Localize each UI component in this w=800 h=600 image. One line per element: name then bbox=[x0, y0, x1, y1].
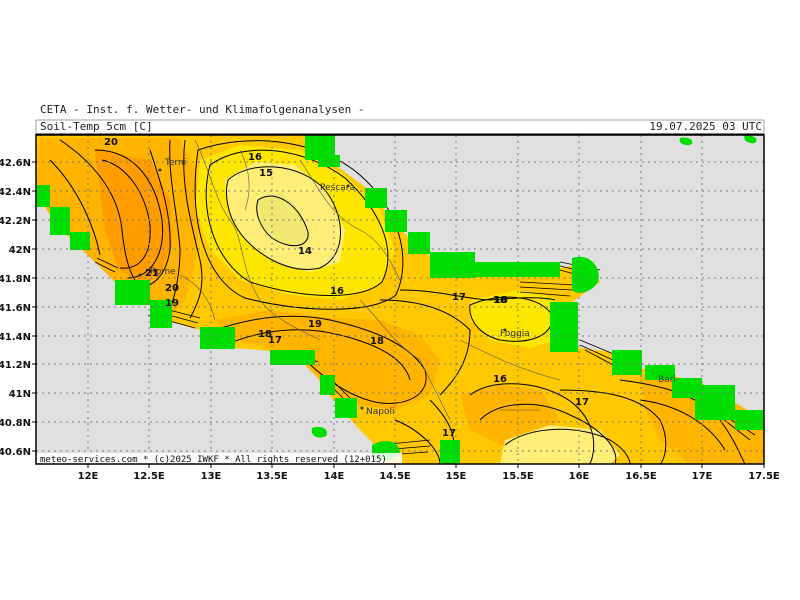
soil-temperature-map: Terni Pescara Rome Foggia Napoli Bari 20… bbox=[0, 119, 780, 482]
lat-tick-label: 40.8N bbox=[0, 418, 31, 429]
lon-tick-label: 13E bbox=[201, 471, 222, 482]
contour-label: 16 bbox=[248, 152, 262, 163]
lon-tick-label: 12E bbox=[78, 471, 99, 482]
contour-label: 20 bbox=[165, 283, 179, 294]
city-label: Bari bbox=[658, 375, 676, 385]
contour-label: 17 bbox=[575, 397, 589, 408]
lon-tick-label: 14E bbox=[324, 471, 345, 482]
lat-tick-label: 41.8N bbox=[0, 274, 31, 285]
lat-tick-label: 40.6N bbox=[0, 447, 31, 458]
city-label: Terni bbox=[164, 158, 186, 168]
lat-tick-label: 42.6N bbox=[0, 158, 31, 169]
lat-tick-label: 41N bbox=[9, 389, 31, 400]
contour-label: 17 bbox=[268, 335, 282, 346]
lon-tick-label: 16.5E bbox=[625, 471, 657, 482]
longitude-axis: 12E 12.5E 13E 13.5E 14E 14.5E 15E 15.5E … bbox=[78, 464, 780, 482]
lon-tick-label: 12.5E bbox=[133, 471, 165, 482]
contour-label: 19 bbox=[165, 298, 179, 309]
city-label: Pescara bbox=[320, 183, 355, 193]
contour-label: 20 bbox=[104, 137, 118, 148]
contour-label: 16 bbox=[330, 286, 344, 297]
contour-label: 14 bbox=[298, 246, 312, 257]
contour-label: 18 bbox=[494, 295, 508, 306]
lon-tick-label: 16E bbox=[569, 471, 590, 482]
lon-tick-label: 17.5E bbox=[748, 471, 780, 482]
contour-label: 16 bbox=[493, 374, 507, 385]
city-label: Foggia bbox=[500, 329, 530, 339]
lat-tick-label: 42.2N bbox=[0, 216, 31, 227]
contour-label: 17 bbox=[452, 292, 466, 303]
lon-tick-label: 13.5E bbox=[256, 471, 288, 482]
lat-tick-label: 41.6N bbox=[0, 303, 31, 314]
lon-tick-label: 15E bbox=[446, 471, 467, 482]
lat-tick-label: 41.4N bbox=[0, 332, 31, 343]
contour-label: 15 bbox=[259, 168, 273, 179]
lon-tick-label: 17E bbox=[692, 471, 713, 482]
lat-tick-label: 42.4N bbox=[0, 187, 31, 198]
contour-label: 21 bbox=[145, 268, 159, 279]
city-label: Napoli bbox=[366, 407, 394, 417]
lon-tick-label: 15.5E bbox=[502, 471, 534, 482]
lat-tick-label: 42N bbox=[9, 245, 31, 256]
contour-label: 18 bbox=[370, 336, 384, 347]
contour-label: 19 bbox=[308, 319, 322, 330]
latitude-axis: 42.6N 42.4N 42.2N 42N 41.8N 41.6N 41.4N … bbox=[0, 158, 36, 458]
lon-tick-label: 14.5E bbox=[379, 471, 411, 482]
contour-label: 17 bbox=[442, 428, 456, 439]
lat-tick-label: 41.2N bbox=[0, 360, 31, 371]
